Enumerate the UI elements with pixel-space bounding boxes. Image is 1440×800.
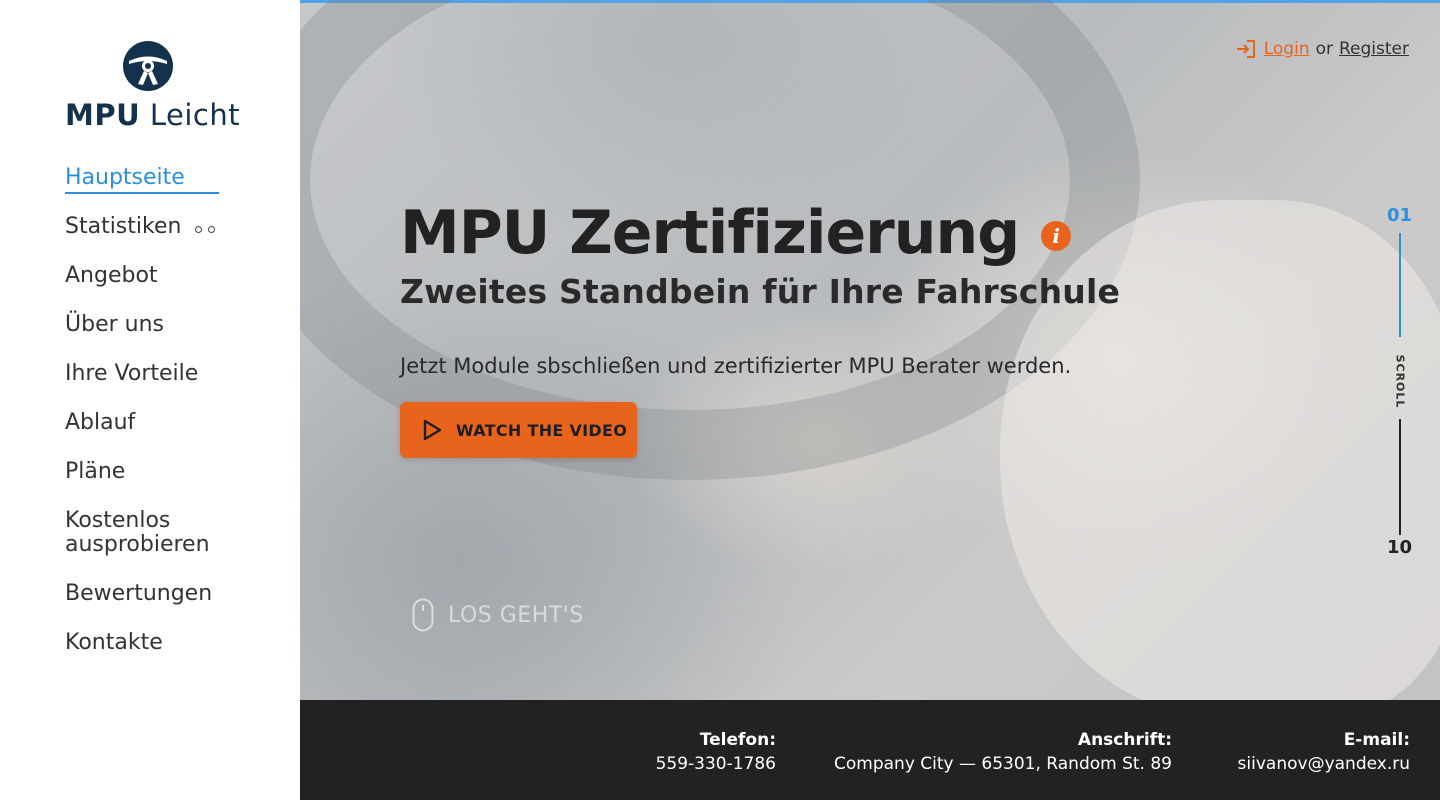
- brand-name-bold: MPU: [65, 98, 141, 132]
- mouse-icon: [412, 598, 434, 632]
- hero-title-row: MPU Zertifizierung i: [400, 198, 1072, 268]
- scroll-label: SCROLL: [1388, 354, 1412, 408]
- nav-item-label: Hauptseite: [65, 165, 185, 190]
- start-label: LOS GEHT'S: [448, 602, 584, 628]
- register-link[interactable]: Register: [1339, 39, 1409, 59]
- login-link[interactable]: Login: [1264, 39, 1310, 59]
- login-icon: [1236, 40, 1255, 58]
- nav-item-label: Ihre Vorteile: [65, 361, 199, 386]
- scroll-total: 10: [1386, 537, 1412, 558]
- nav-item-angebot[interactable]: Angebot: [65, 264, 225, 313]
- auth-separator: or: [1315, 39, 1333, 59]
- scroll-current: 01: [1386, 205, 1412, 226]
- play-icon: [423, 419, 442, 441]
- watch-video-label: WATCH THE VIDEO: [456, 420, 628, 440]
- submenu-dots-icon[interactable]: [195, 215, 221, 239]
- sidebar: MPU Leicht Hauptseite Statistiken Angebo…: [0, 0, 300, 800]
- nav-item-plaene[interactable]: Pläne: [65, 460, 225, 509]
- nav-item-label: Bewertungen: [65, 581, 213, 606]
- footer-address: Anschrift: Company City — 65301, Random …: [834, 730, 1172, 778]
- nav-item-statistiken[interactable]: Statistiken: [65, 215, 225, 264]
- hero-lead: Jetzt Module sbschließen und zertifizier…: [400, 354, 1072, 378]
- watch-video-button[interactable]: WATCH THE VIDEO: [400, 402, 637, 458]
- nav-item-kostenlos-ausprobieren[interactable]: Kostenlos ausprobieren: [65, 509, 225, 582]
- phone-label: Telefon:: [699, 730, 776, 750]
- hero-section: Login or Register MPU Zertifizierung i Z…: [300, 0, 1440, 700]
- address-label: Anschrift:: [1077, 730, 1172, 750]
- scroll-progress-line: [1399, 233, 1401, 337]
- scroll-label-text: SCROLL: [1393, 354, 1407, 408]
- hero-title: MPU Zertifizierung: [400, 198, 1020, 268]
- nav-item-label: Statistiken: [65, 214, 182, 239]
- scroll-indicator[interactable]: 01 SCROLL 10: [1386, 205, 1412, 565]
- nav-item-kontakte[interactable]: Kontakte: [65, 631, 225, 680]
- info-icon[interactable]: i: [1041, 221, 1072, 251]
- nav-item-label: Kostenlos ausprobieren: [65, 508, 210, 557]
- brand-name-light: Leicht: [149, 98, 241, 132]
- email-value[interactable]: siivanov@yandex.ru: [1238, 750, 1410, 778]
- nav-item-label: Kontakte: [65, 630, 163, 655]
- nav-item-label: Ablauf: [65, 410, 136, 435]
- address-value: Company City — 65301, Random St. 89: [834, 754, 1172, 774]
- footer-phone: Telefon: 559-330-1786: [656, 730, 776, 778]
- phone-value[interactable]: 559-330-1786: [656, 750, 776, 778]
- hero-subtitle: Zweites Standbein für Ihre Fahrschule: [400, 272, 1121, 311]
- nav-item-label: Pläne: [65, 459, 126, 484]
- nav-item-bewertungen[interactable]: Bewertungen: [65, 582, 225, 631]
- main-nav: Hauptseite Statistiken Angebot Über uns …: [65, 166, 225, 680]
- nav-item-label: Über uns: [65, 312, 164, 337]
- email-label: E-mail:: [1343, 730, 1410, 750]
- steering-wheel-icon: [123, 41, 173, 91]
- start-scroll-link[interactable]: LOS GEHT'S: [412, 598, 584, 632]
- scroll-remaining-line: [1399, 419, 1401, 535]
- nav-item-ablauf[interactable]: Ablauf: [65, 411, 225, 460]
- brand-name: MPU Leicht: [65, 98, 240, 132]
- nav-item-label: Angebot: [65, 263, 158, 288]
- auth-links: Login or Register: [1236, 39, 1409, 59]
- nav-item-ihre-vorteile[interactable]: Ihre Vorteile: [65, 362, 225, 411]
- nav-item-hauptseite[interactable]: Hauptseite: [65, 166, 225, 215]
- footer: Telefon: 559-330-1786 Anschrift: Company…: [300, 700, 1440, 800]
- nav-item-ueber-uns[interactable]: Über uns: [65, 313, 225, 362]
- hero-overlay: [300, 0, 1440, 700]
- footer-email: E-mail: siivanov@yandex.ru: [1238, 730, 1410, 778]
